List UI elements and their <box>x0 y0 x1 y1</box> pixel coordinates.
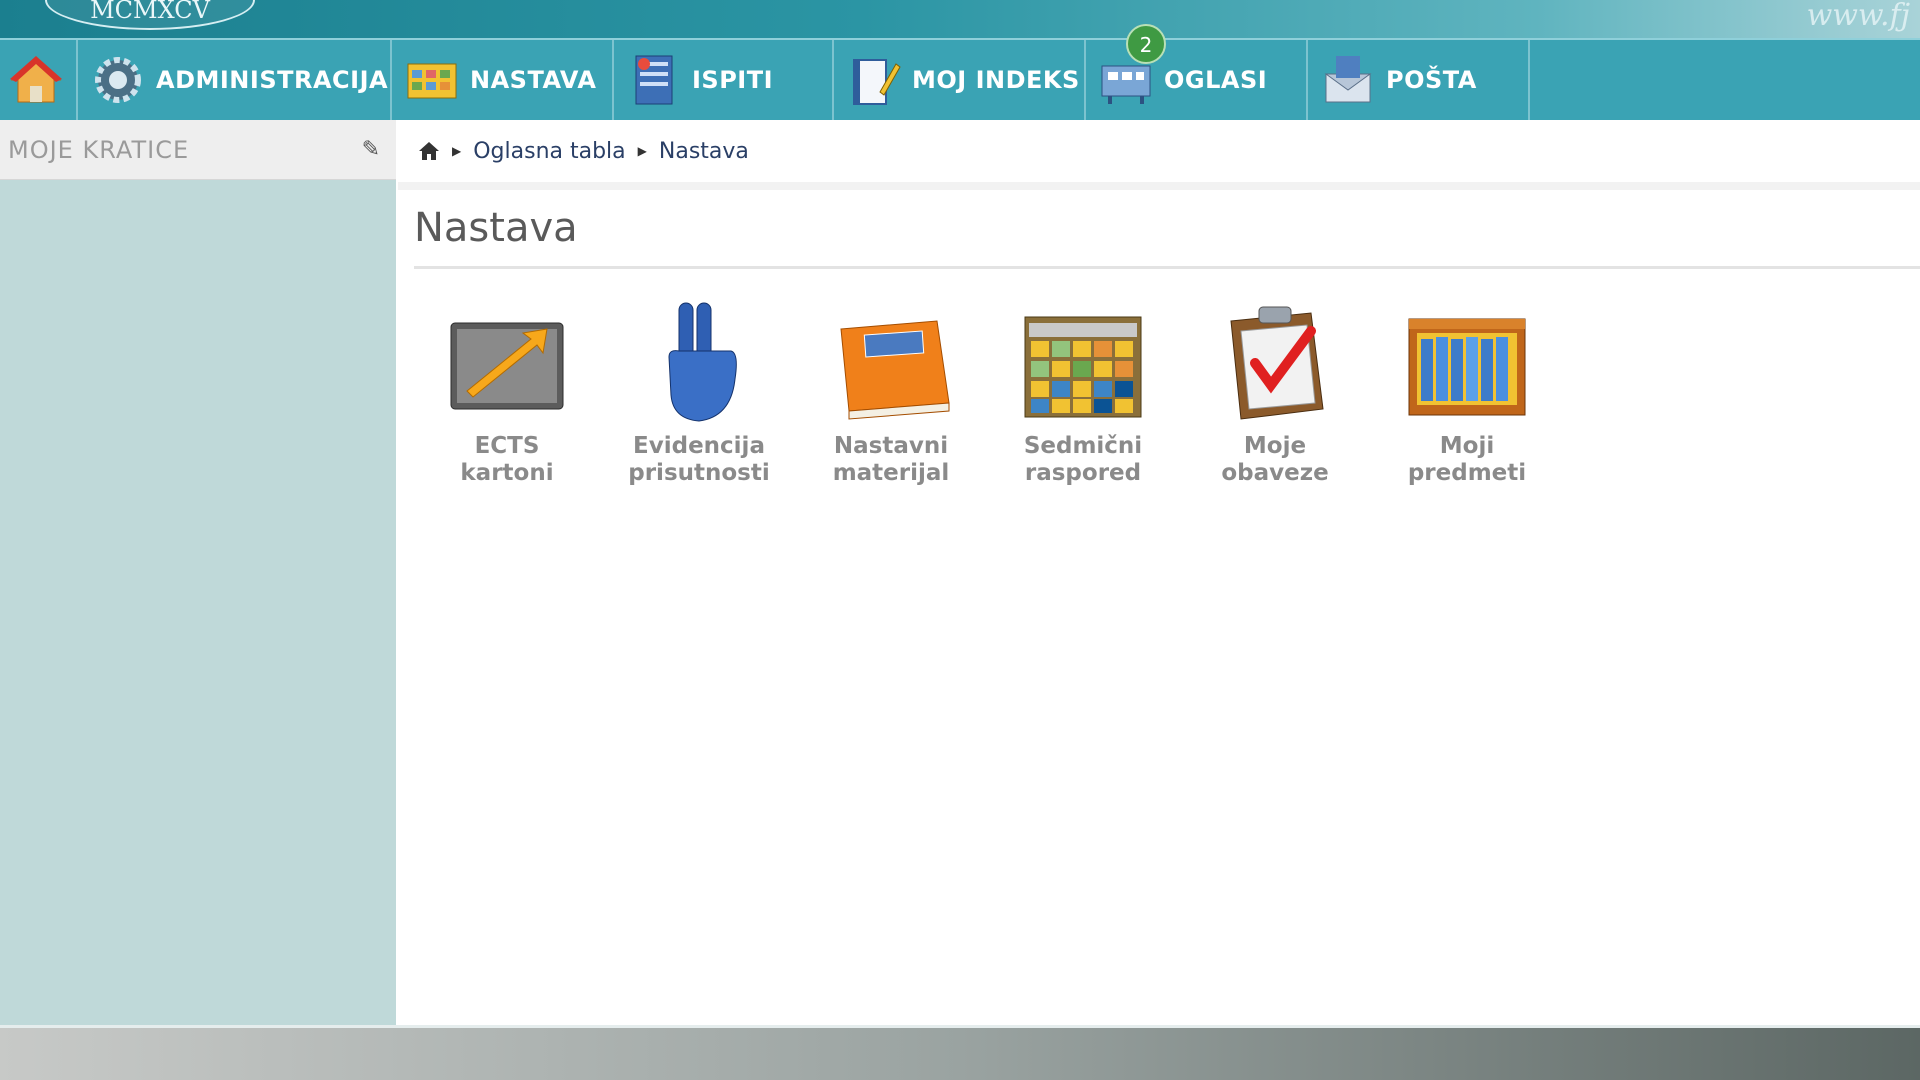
notification-badge: 2 <box>1126 24 1166 64</box>
tile-moji-predmeti[interactable]: Moji predmeti <box>1382 299 1552 487</box>
breadcrumb-link-oglasna-tabla[interactable]: Oglasna tabla <box>473 139 625 164</box>
tile-label: Moji <box>1439 433 1495 459</box>
main-content: ▶ Oglasna tabla ▶ Nastava Nastava ECTS k… <box>398 120 1920 1025</box>
clipboard-check-icon <box>1230 306 1324 420</box>
mail-icon <box>1324 56 1372 103</box>
sidebar-title: MOJE KRATICE <box>8 135 190 164</box>
nav-posta[interactable]: POŠTA <box>1308 40 1530 120</box>
nav-label: ISPITI <box>692 66 774 94</box>
module-tiles: ECTS kartoni Evidencija prisutnosti Nast… <box>422 299 1920 499</box>
top-banner: MCMXCV www.fj <box>0 0 1920 38</box>
nav-home[interactable] <box>0 40 78 120</box>
tile-ects-kartoni[interactable]: ECTS kartoni <box>422 299 592 487</box>
notebook-pencil-icon <box>853 59 901 105</box>
footer-bar <box>0 1025 1920 1080</box>
tile-label: predmeti <box>1407 460 1527 486</box>
nav-nastava[interactable]: NASTAVA <box>392 40 614 120</box>
breadcrumb: ▶ Oglasna tabla ▶ Nastava <box>398 120 1920 190</box>
bookshelf-icon <box>1408 318 1526 416</box>
tile-label: prisutnosti <box>628 460 770 486</box>
tile-label: Moje <box>1243 433 1307 459</box>
tile-nastavni-materijal[interactable]: Nastavni materijal <box>806 299 976 487</box>
breadcrumb-separator-icon: ▶ <box>452 144 462 158</box>
nav-label: POŠTA <box>1386 66 1477 94</box>
tile-label: Nastavni <box>833 433 949 459</box>
exam-document-icon <box>635 55 673 105</box>
gear-icon <box>95 57 141 103</box>
ects-cards-icon <box>450 322 564 410</box>
tile-label: ECTS <box>474 433 540 459</box>
edit-pencil-icon[interactable]: ✎ <box>362 137 380 162</box>
tile-label: obaveze <box>1221 460 1329 486</box>
nav-label: OGLASI <box>1164 66 1268 94</box>
sidebar: MOJE KRATICE ✎ <box>0 120 396 1025</box>
breadcrumb-separator-icon: ▶ <box>637 144 647 158</box>
nav-label: MOJ INDEKS <box>912 66 1080 94</box>
nav-oglasi[interactable]: 2 OGLASI <box>1086 24 1308 120</box>
site-url: www.fj <box>1806 0 1910 33</box>
tile-label: kartoni <box>460 460 554 486</box>
tile-evidencija-prisutnosti[interactable]: Evidencija prisutnosti <box>614 299 784 487</box>
book-icon <box>840 320 950 420</box>
schedule-icon <box>1024 316 1142 418</box>
nav-administracija[interactable]: ADMINISTRACIJA <box>78 40 392 120</box>
home-icon <box>10 56 62 103</box>
university-seal: MCMXCV <box>45 0 255 30</box>
attendance-hand-icon <box>668 302 737 422</box>
sidebar-header: MOJE KRATICE ✎ <box>0 120 396 180</box>
tile-label: raspored <box>1024 460 1142 486</box>
home-icon[interactable] <box>418 141 440 161</box>
schedule-icon <box>407 63 457 99</box>
nav-label: NASTAVA <box>470 66 597 94</box>
tile-label: Evidencija <box>633 433 765 459</box>
page-title: Nastava <box>414 190 1920 269</box>
breadcrumb-current: Nastava <box>658 138 749 164</box>
tile-sedmicni-raspored[interactable]: Sedmični raspored <box>998 299 1168 487</box>
tile-moje-obaveze[interactable]: Moje obaveze <box>1190 299 1360 487</box>
tile-label: materijal <box>832 460 950 486</box>
nav-moj-indeks[interactable]: MOJ INDEKS <box>834 40 1086 120</box>
main-nav: ADMINISTRACIJA NASTAVA ISPITI MOJ INDEKS… <box>0 24 1920 120</box>
tile-label: Sedmični <box>1023 433 1143 459</box>
nav-label: ADMINISTRACIJA <box>156 66 389 94</box>
nav-ispiti[interactable]: ISPITI <box>614 40 834 120</box>
